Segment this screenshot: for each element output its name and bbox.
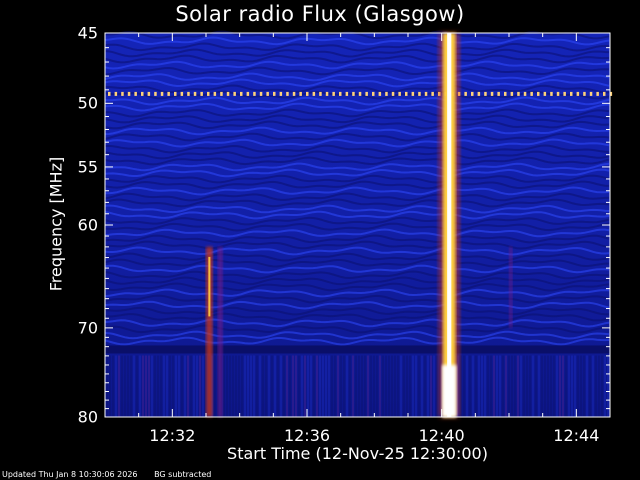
interference-dot: [147, 91, 151, 96]
interference-dot: [517, 91, 520, 96]
y-tick-label: 50: [77, 93, 98, 113]
interference-dot: [477, 91, 481, 96]
interference-dot: [431, 91, 434, 96]
interference-dot: [424, 91, 428, 96]
burst-peak: [442, 364, 457, 417]
interference-dot: [510, 91, 514, 96]
updated-timestamp: Updated Thu Jan 8 10:30:06 2026: [2, 470, 138, 479]
interference-dot: [167, 91, 170, 96]
interference-dot: [160, 91, 164, 96]
interference-dot: [279, 91, 283, 96]
interference-dot: [589, 91, 593, 96]
interference-dot: [253, 91, 256, 96]
interference-dot: [537, 91, 540, 96]
interference-dot: [273, 91, 276, 96]
interference-dot: [306, 91, 309, 96]
interference-dot: [332, 91, 335, 96]
interference-dot: [200, 91, 203, 96]
interference-dot: [358, 91, 362, 96]
interference-dot: [378, 91, 382, 96]
interference-dot: [213, 91, 217, 96]
interference-dot: [398, 91, 401, 96]
interference-dot: [193, 91, 197, 96]
interference-dot: [292, 91, 296, 96]
interference-dot: [108, 91, 111, 96]
x-tick-label: 12:36: [283, 426, 331, 445]
y-tick-label: 45: [77, 23, 98, 43]
interference-dot: [226, 91, 230, 96]
burst-3: [509, 246, 513, 328]
interference-dot: [530, 91, 533, 96]
background-note: BG subtracted: [154, 470, 212, 479]
x-tick-label: 12:32: [149, 426, 196, 445]
x-axis-label: Start Time (12-Nov-25 12:30:00): [227, 444, 488, 463]
interference-dot: [134, 91, 137, 96]
interference-dot: [570, 91, 573, 96]
burst-peak: [447, 33, 452, 417]
interference-dot: [418, 91, 421, 96]
interference-dot: [504, 91, 507, 96]
interference-dot: [339, 91, 342, 96]
interference-dot: [246, 91, 250, 96]
interference-dot: [484, 91, 487, 96]
interference-dot: [319, 91, 322, 96]
x-tick-label: 12:40: [418, 426, 465, 445]
interference-dot: [299, 91, 302, 96]
interference-dot: [464, 91, 467, 96]
interference-dot: [259, 91, 263, 96]
interference-dot: [385, 91, 388, 96]
interference-dot: [352, 91, 355, 96]
interference-dot: [543, 91, 547, 96]
interference-dot: [127, 91, 131, 96]
burst-1-core: [208, 256, 211, 317]
interference-dot: [405, 91, 408, 96]
interference-dot: [207, 91, 210, 96]
y-tick-label: 70: [77, 318, 98, 338]
interference-dot: [286, 91, 289, 96]
interference-dot: [576, 91, 580, 96]
x-tick-label: 12:44: [553, 426, 600, 445]
interference-dot: [583, 91, 586, 96]
interference-dot: [121, 91, 124, 96]
y-tick-label: 80: [77, 407, 98, 427]
burst-2: [217, 246, 223, 417]
interference-dot: [596, 91, 599, 96]
interference-dot: [180, 91, 184, 96]
footer: Updated Thu Jan 8 10:30:06 2026 BG subtr…: [2, 470, 225, 479]
interference-dot: [174, 91, 177, 96]
interference-dot: [556, 91, 560, 96]
interference-dot: [523, 91, 527, 96]
interference-dot: [240, 91, 243, 96]
interference-dot: [266, 91, 269, 96]
interference-dot: [312, 91, 316, 96]
interference-dot: [220, 91, 223, 96]
interference-dot: [391, 91, 395, 96]
interference-dot: [497, 91, 500, 96]
interference-dot: [550, 91, 553, 96]
interference-dot: [603, 91, 606, 96]
interference-dot: [365, 91, 368, 96]
interference-dot: [563, 91, 566, 96]
interference-dot: [233, 91, 236, 96]
interference-dot: [490, 91, 494, 96]
interference-dot: [471, 91, 474, 96]
interference-dot: [411, 91, 415, 96]
interference-dot: [345, 91, 349, 96]
interference-band: [105, 345, 610, 354]
y-axis-label: Frequency [MHz]: [46, 156, 66, 292]
interference-dot: [372, 91, 375, 96]
interference-dot: [187, 91, 190, 96]
spectrogram-figure: Solar radio Flux (Glasgow) 45 50 55 60 70 80 …: [0, 0, 640, 480]
interference-dot: [141, 91, 144, 96]
interference-dot: [114, 91, 118, 96]
interference-dot: [154, 91, 157, 96]
interference-dot: [325, 91, 329, 96]
